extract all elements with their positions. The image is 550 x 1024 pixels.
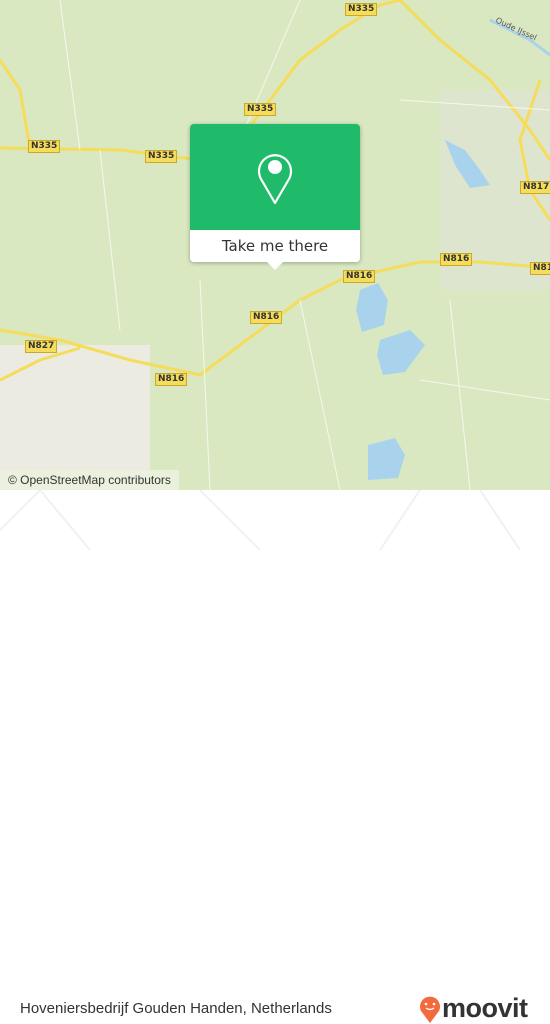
road-label: N335 xyxy=(145,150,178,163)
take-me-there-button[interactable]: Take me there xyxy=(190,230,360,262)
map[interactable]: Oude IJssel N335 N335 N335 N335 N817 N81… xyxy=(0,0,550,490)
road-label: N817 xyxy=(520,181,550,194)
road-label: N816 xyxy=(250,311,283,324)
road-label: N335 xyxy=(28,140,61,153)
popup-pointer xyxy=(267,262,283,270)
location-popup: Take me there xyxy=(190,124,360,270)
footer: Hoveniersbedrijf Gouden Handen, Netherla… xyxy=(0,490,550,1023)
place-name: Hoveniersbedrijf Gouden Handen, Netherla… xyxy=(20,1000,332,1017)
road-label: N816 xyxy=(440,253,473,266)
river-label: Oude IJssel xyxy=(494,16,538,43)
moovit-logo[interactable]: moovit xyxy=(418,993,528,1024)
moovit-pin-icon xyxy=(420,996,440,1023)
road-label: N335 xyxy=(244,103,277,116)
road-label: N816 xyxy=(155,373,188,386)
brand-name: moovit xyxy=(442,993,528,1023)
footer-pattern xyxy=(0,490,521,550)
location-pin-icon xyxy=(257,154,293,205)
road-label: N827 xyxy=(25,340,58,353)
road-label: N816 xyxy=(530,262,550,275)
popup-header xyxy=(190,124,360,230)
map-attribution[interactable]: © OpenStreetMap contributors xyxy=(0,470,179,490)
road-label: N335 xyxy=(345,3,378,16)
road-label: N816 xyxy=(343,270,376,283)
